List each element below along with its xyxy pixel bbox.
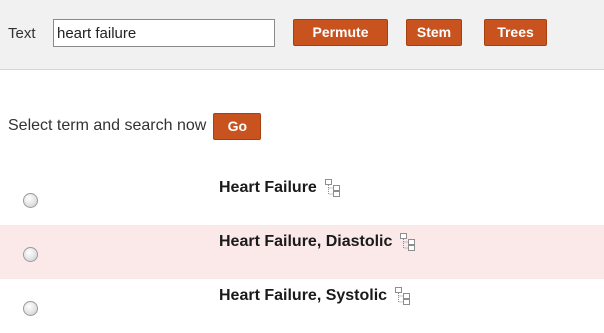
search-toolbar: Text Permute Stem Trees <box>0 0 604 70</box>
go-button[interactable]: Go <box>213 112 262 140</box>
tree-hierarchy-icon[interactable] <box>400 232 416 252</box>
result-term: Heart Failure, Diastolic <box>219 232 416 252</box>
result-term: Heart Failure, Systolic <box>219 286 411 306</box>
result-radio[interactable] <box>23 247 38 262</box>
result-radio[interactable] <box>23 193 38 208</box>
select-term-label: Select term and search now <box>8 117 207 134</box>
result-term: Heart Failure <box>219 178 341 198</box>
text-label: Text <box>8 25 36 42</box>
result-row: Heart Failure <box>0 171 604 225</box>
stem-button[interactable]: Stem <box>406 19 462 46</box>
permute-button[interactable]: Permute <box>293 19 388 46</box>
result-term-label: Heart Failure <box>219 179 317 196</box>
search-input[interactable] <box>53 19 275 47</box>
result-term-label: Heart Failure, Systolic <box>219 287 388 304</box>
trees-button[interactable]: Trees <box>484 19 547 46</box>
tree-hierarchy-icon[interactable] <box>324 178 341 198</box>
tree-hierarchy-icon[interactable] <box>395 286 411 306</box>
result-radio[interactable] <box>23 301 38 316</box>
result-row: Heart Failure, Diastolic <box>0 225 604 279</box>
result-term-label: Heart Failure, Diastolic <box>219 233 393 250</box>
select-term-row: Select term and search now Go <box>8 112 262 140</box>
result-row: Heart Failure, Systolic <box>0 279 604 333</box>
